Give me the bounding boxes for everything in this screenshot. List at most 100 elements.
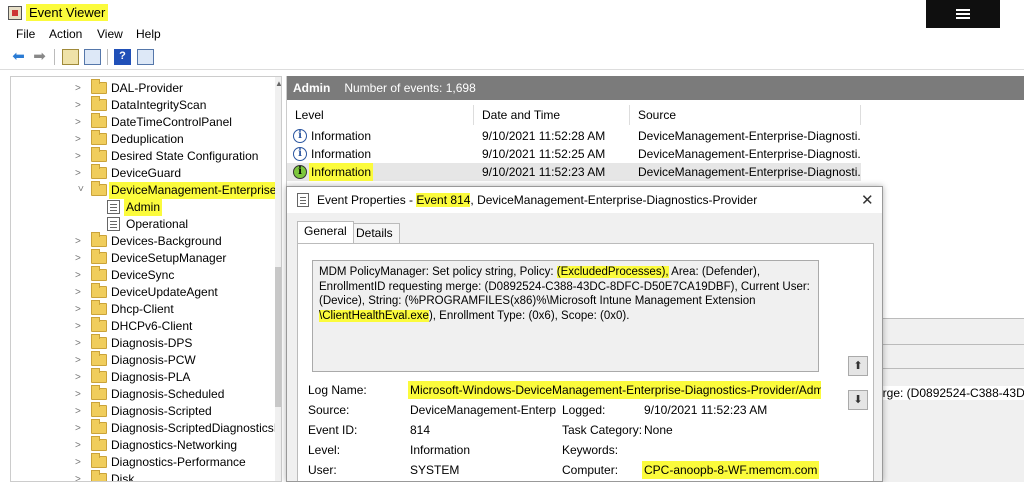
row-level: Information <box>309 163 374 181</box>
event-id-value: 814 <box>410 423 431 437</box>
show-hide-action-pane-icon[interactable] <box>137 49 154 65</box>
column-header-source[interactable]: Source <box>630 105 861 125</box>
tree-item-label: Dhcp-Client <box>111 302 174 316</box>
tree-item-label: Operational <box>126 217 189 231</box>
folder-icon <box>91 317 107 332</box>
tree-item-label: DeviceSetupManager <box>111 251 227 265</box>
chevron-right-icon[interactable]: > <box>75 454 85 471</box>
chevron-right-icon[interactable]: > <box>75 420 85 437</box>
chevron-right-icon[interactable]: > <box>75 233 85 250</box>
folder-icon <box>91 79 107 94</box>
tab-general[interactable]: General <box>297 221 354 243</box>
folder-icon <box>91 368 107 383</box>
log-name-value: Microsoft-Windows-DeviceManagement-Enter… <box>408 381 821 399</box>
tree-item-label: Diagnosis-Scripted <box>111 404 212 418</box>
row-datetime: 9/10/2021 11:52:25 AM <box>482 147 606 161</box>
chevron-right-icon[interactable]: > <box>75 250 85 267</box>
log-name: Admin <box>293 81 331 95</box>
chevron-right-icon[interactable]: > <box>75 352 85 369</box>
dialog-title-bar: Event Properties - Event 814, DeviceMana… <box>287 187 882 214</box>
description-highlight: \ClientHealthEval.exe <box>319 309 429 322</box>
chevron-right-icon[interactable]: > <box>75 165 85 182</box>
toolbar-separator <box>54 49 55 65</box>
chevron-right-icon[interactable]: > <box>75 301 85 318</box>
hamburger-menu-button[interactable] <box>926 0 1000 28</box>
up-folder-icon[interactable] <box>62 49 79 65</box>
forward-arrow-icon[interactable]: ➡ <box>31 49 48 65</box>
chevron-right-icon[interactable]: > <box>75 386 85 403</box>
next-event-button[interactable]: ⬇ <box>848 390 868 410</box>
table-row[interactable]: i Information 9/10/2021 11:52:25 AM Devi… <box>287 145 861 163</box>
menu-action[interactable]: Action <box>49 27 82 41</box>
user-value: SYSTEM <box>410 463 460 477</box>
information-icon: i <box>293 165 307 179</box>
menu-bar: File Action View Help <box>0 26 1024 44</box>
event-description[interactable]: MDM PolicyManager: Set policy string, Po… <box>312 260 819 372</box>
scrollbar-thumb[interactable] <box>275 267 281 407</box>
log-name-label: Log Name: <box>308 383 367 397</box>
row-level: Information <box>311 129 372 143</box>
folder-icon <box>91 249 107 264</box>
menu-help[interactable]: Help <box>136 27 161 41</box>
column-header-level[interactable]: Level <box>287 105 474 125</box>
background-description-snippet: erge: (D0892524-C388-43DC- <box>876 386 1024 400</box>
chevron-right-icon[interactable]: > <box>75 403 85 420</box>
toolbar: ⬅ ➡ ? <box>0 44 1024 70</box>
chevron-right-icon[interactable]: > <box>75 148 85 165</box>
log-header: Admin Number of events: 1,698 <box>287 76 1024 100</box>
help-icon[interactable]: ? <box>114 49 131 65</box>
event-log-icon <box>107 217 120 231</box>
folder-icon <box>91 470 107 481</box>
tree-item-label: DeviceSync <box>111 268 175 282</box>
source-label: Source: <box>308 403 350 417</box>
hamburger-icon-line <box>956 17 970 19</box>
previous-event-button[interactable]: ⬆ <box>848 356 868 376</box>
event-id-label: Event ID: <box>308 423 358 437</box>
chevron-right-icon[interactable]: > <box>75 369 85 386</box>
chevron-right-icon[interactable]: > <box>75 80 85 97</box>
close-icon[interactable]: ✕ <box>861 188 874 214</box>
chevron-right-icon[interactable]: > <box>75 114 85 131</box>
column-header-datetime[interactable]: Date and Time <box>474 105 630 125</box>
user-label: User: <box>308 463 337 477</box>
menu-file[interactable]: File <box>16 27 35 41</box>
folder-icon <box>91 300 107 315</box>
window-title: Event Viewer <box>26 4 109 21</box>
description-text: MDM PolicyManager: Set policy string, Po… <box>319 266 557 278</box>
chevron-right-icon[interactable]: > <box>75 318 85 335</box>
computer-value: CPC-anoopb-8-WF.memcm.com <box>642 461 820 479</box>
information-icon: i <box>293 147 307 161</box>
computer-label: Computer: <box>562 463 619 477</box>
folder-icon <box>91 232 107 247</box>
chevron-down-icon[interactable]: > <box>72 186 89 196</box>
chevron-right-icon[interactable]: > <box>75 267 85 284</box>
chevron-right-icon[interactable]: > <box>75 284 85 301</box>
table-row[interactable]: i Information 9/10/2021 11:52:28 AM Devi… <box>287 127 861 145</box>
show-hide-tree-icon[interactable] <box>84 49 101 65</box>
tree-item-label: DateTimeControlPanel <box>111 115 232 129</box>
folder-icon <box>91 351 107 366</box>
chevron-right-icon[interactable]: > <box>75 131 85 148</box>
toolbar-separator <box>107 49 108 65</box>
tree-item-label: Devices-Background <box>111 234 222 248</box>
tab-details[interactable]: Details <box>349 223 400 243</box>
tree-item-label: Deduplication <box>111 132 184 146</box>
chevron-right-icon[interactable]: > <box>75 437 85 454</box>
chevron-right-icon[interactable]: > <box>75 471 85 481</box>
folder-icon <box>91 147 107 162</box>
scroll-up-arrow-icon[interactable]: ▲ <box>275 79 281 88</box>
back-arrow-icon[interactable]: ⬅ <box>10 49 27 65</box>
tree-scrollbar[interactable]: ▲ <box>275 77 281 481</box>
level-label: Level: <box>308 443 341 457</box>
chevron-right-icon[interactable]: > <box>75 335 85 352</box>
row-source: DeviceManagement-Enterprise-Diagnosti... <box>638 147 860 161</box>
menu-view[interactable]: View <box>97 27 123 41</box>
tree-item-label: DataIntegrityScan <box>111 98 207 112</box>
pane-divider <box>874 344 1024 345</box>
chevron-right-icon[interactable]: > <box>75 97 85 114</box>
tree-item-label: DeviceUpdateAgent <box>111 285 218 299</box>
event-viewer-app-icon <box>8 6 22 20</box>
row-datetime: 9/10/2021 11:52:23 AM <box>482 165 606 179</box>
table-row-selected[interactable]: i Information 9/10/2021 11:52:23 AM Devi… <box>287 163 861 181</box>
dialog-title-event-id: Event 814 <box>416 193 471 207</box>
